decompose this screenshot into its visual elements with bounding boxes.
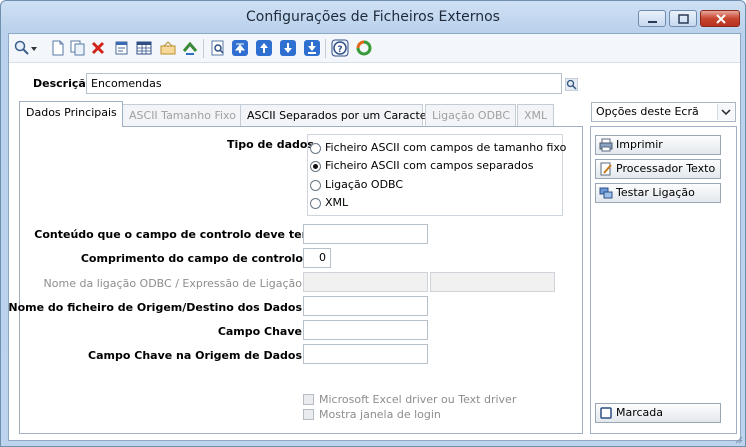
imprimir-label: Imprimir bbox=[616, 138, 663, 151]
close-icon bbox=[716, 14, 726, 24]
network-icon bbox=[599, 187, 613, 199]
maximize-button[interactable] bbox=[669, 10, 697, 27]
tab-xml[interactable]: XML bbox=[517, 104, 554, 126]
comprimento-field[interactable]: 0 bbox=[303, 248, 331, 268]
tab-ascii-separados[interactable]: ASCII Separados por um Caracter bbox=[240, 104, 431, 126]
tab-dados-principais[interactable]: Dados Principais bbox=[19, 101, 123, 127]
chevron-down-icon bbox=[717, 104, 734, 120]
refresh-icon[interactable] bbox=[181, 39, 199, 57]
last-record-icon[interactable] bbox=[303, 39, 321, 57]
descricao-field[interactable]: Encomendas bbox=[86, 73, 562, 94]
minimize-icon bbox=[648, 21, 657, 23]
login-window-label: Mostra janela de login bbox=[319, 408, 441, 421]
title-bar: Configurações de Ficheiros Externos bbox=[1, 1, 745, 33]
nome-ficheiro-field[interactable] bbox=[303, 296, 428, 316]
window: Configurações de Ficheiros Externos ? De… bbox=[0, 0, 746, 447]
login-window-checkbox[interactable] bbox=[303, 409, 314, 420]
imprimir-button[interactable]: Imprimir bbox=[595, 135, 721, 155]
next-record-icon[interactable] bbox=[279, 39, 297, 57]
testar-ligacao-button[interactable]: Testar Ligação bbox=[595, 183, 721, 203]
search-icon[interactable] bbox=[565, 78, 578, 91]
grid-icon[interactable] bbox=[135, 39, 153, 57]
properties-icon[interactable] bbox=[113, 39, 131, 57]
sync-icon[interactable] bbox=[355, 39, 373, 57]
dropdown-arrow-icon[interactable] bbox=[29, 39, 39, 57]
radio-ligacao-odbc-label: Ligação ODBC bbox=[325, 178, 404, 191]
toolbar-separator bbox=[325, 39, 326, 58]
tipo-dados-label: Tipo de dados bbox=[227, 138, 314, 151]
copy-icon[interactable] bbox=[69, 39, 87, 57]
conteudo-label: Conteúdo que o campo de controlo deve te… bbox=[34, 228, 307, 241]
maximize-icon bbox=[678, 14, 689, 24]
edit-document-icon bbox=[600, 162, 612, 176]
radio-ascii-fixo-label: Ficheiro ASCII com campos de tamanho fix… bbox=[325, 141, 567, 154]
svg-text:?: ? bbox=[337, 45, 342, 55]
campo-chave-field[interactable] bbox=[303, 320, 428, 340]
radio-ligacao-odbc[interactable] bbox=[310, 180, 321, 191]
marcada-button[interactable]: Marcada bbox=[595, 403, 721, 423]
odbc-expression-field bbox=[430, 272, 555, 292]
radio-ascii-separados[interactable] bbox=[310, 161, 321, 172]
help-icon[interactable]: ? bbox=[331, 39, 349, 57]
campo-chave-origem-field[interactable] bbox=[303, 344, 428, 364]
campo-chave-label: Campo Chave bbox=[217, 325, 302, 338]
resize-grip-icon[interactable] bbox=[735, 436, 743, 444]
minimize-button[interactable] bbox=[638, 10, 666, 27]
excel-driver-checkbox[interactable] bbox=[303, 394, 314, 405]
radio-ascii-fixo[interactable] bbox=[310, 143, 321, 154]
marcada-label: Marcada bbox=[616, 406, 664, 419]
checkbox-icon bbox=[600, 407, 612, 419]
options-select-value: Opções deste Ecrã bbox=[596, 105, 699, 118]
processador-texto-label: Processador Texto bbox=[616, 162, 716, 175]
delete-icon[interactable] bbox=[89, 39, 107, 57]
toolbar-separator bbox=[203, 39, 204, 58]
options-select[interactable]: Opções deste Ecrã bbox=[591, 102, 736, 122]
tab-ascii-tamanho-fixo[interactable]: ASCII Tamanho Fixo bbox=[122, 104, 241, 126]
excel-driver-label: Microsoft Excel driver ou Text driver bbox=[319, 393, 517, 406]
descricao-label: Descrição bbox=[33, 77, 94, 90]
conteudo-field[interactable] bbox=[303, 224, 428, 244]
nome-ficheiro-label: Nome do ficheiro de Origem/Destino dos D… bbox=[8, 301, 302, 314]
odbc-field bbox=[303, 272, 428, 292]
preview-icon[interactable] bbox=[209, 39, 227, 57]
radio-xml-label: XML bbox=[325, 196, 349, 209]
previous-record-icon[interactable] bbox=[255, 39, 273, 57]
campo-chave-origem-label: Campo Chave na Origem de Dados bbox=[88, 349, 302, 362]
radio-ascii-separados-label: Ficheiro ASCII com campos separados bbox=[325, 159, 534, 172]
printer-icon bbox=[599, 138, 613, 152]
testar-ligacao-label: Testar Ligação bbox=[616, 186, 695, 199]
toolbar: ? bbox=[9, 34, 740, 63]
close-button[interactable] bbox=[700, 10, 740, 27]
client-area: ? Descrição Encomendas Dados Principais … bbox=[8, 33, 741, 441]
attachment-icon[interactable] bbox=[159, 39, 177, 57]
tab-ligacao-odbc[interactable]: Ligação ODBC bbox=[425, 104, 516, 126]
window-title: Configurações de Ficheiros Externos bbox=[246, 9, 500, 25]
new-document-icon[interactable] bbox=[49, 39, 67, 57]
first-record-icon[interactable] bbox=[231, 39, 249, 57]
odbc-label: Nome da ligação ODBC / Expressão de Liga… bbox=[43, 277, 302, 290]
comprimento-label: Comprimento do campo de controlo bbox=[80, 252, 303, 265]
radio-xml[interactable] bbox=[310, 198, 321, 209]
processador-texto-button[interactable]: Processador Texto bbox=[595, 159, 721, 179]
